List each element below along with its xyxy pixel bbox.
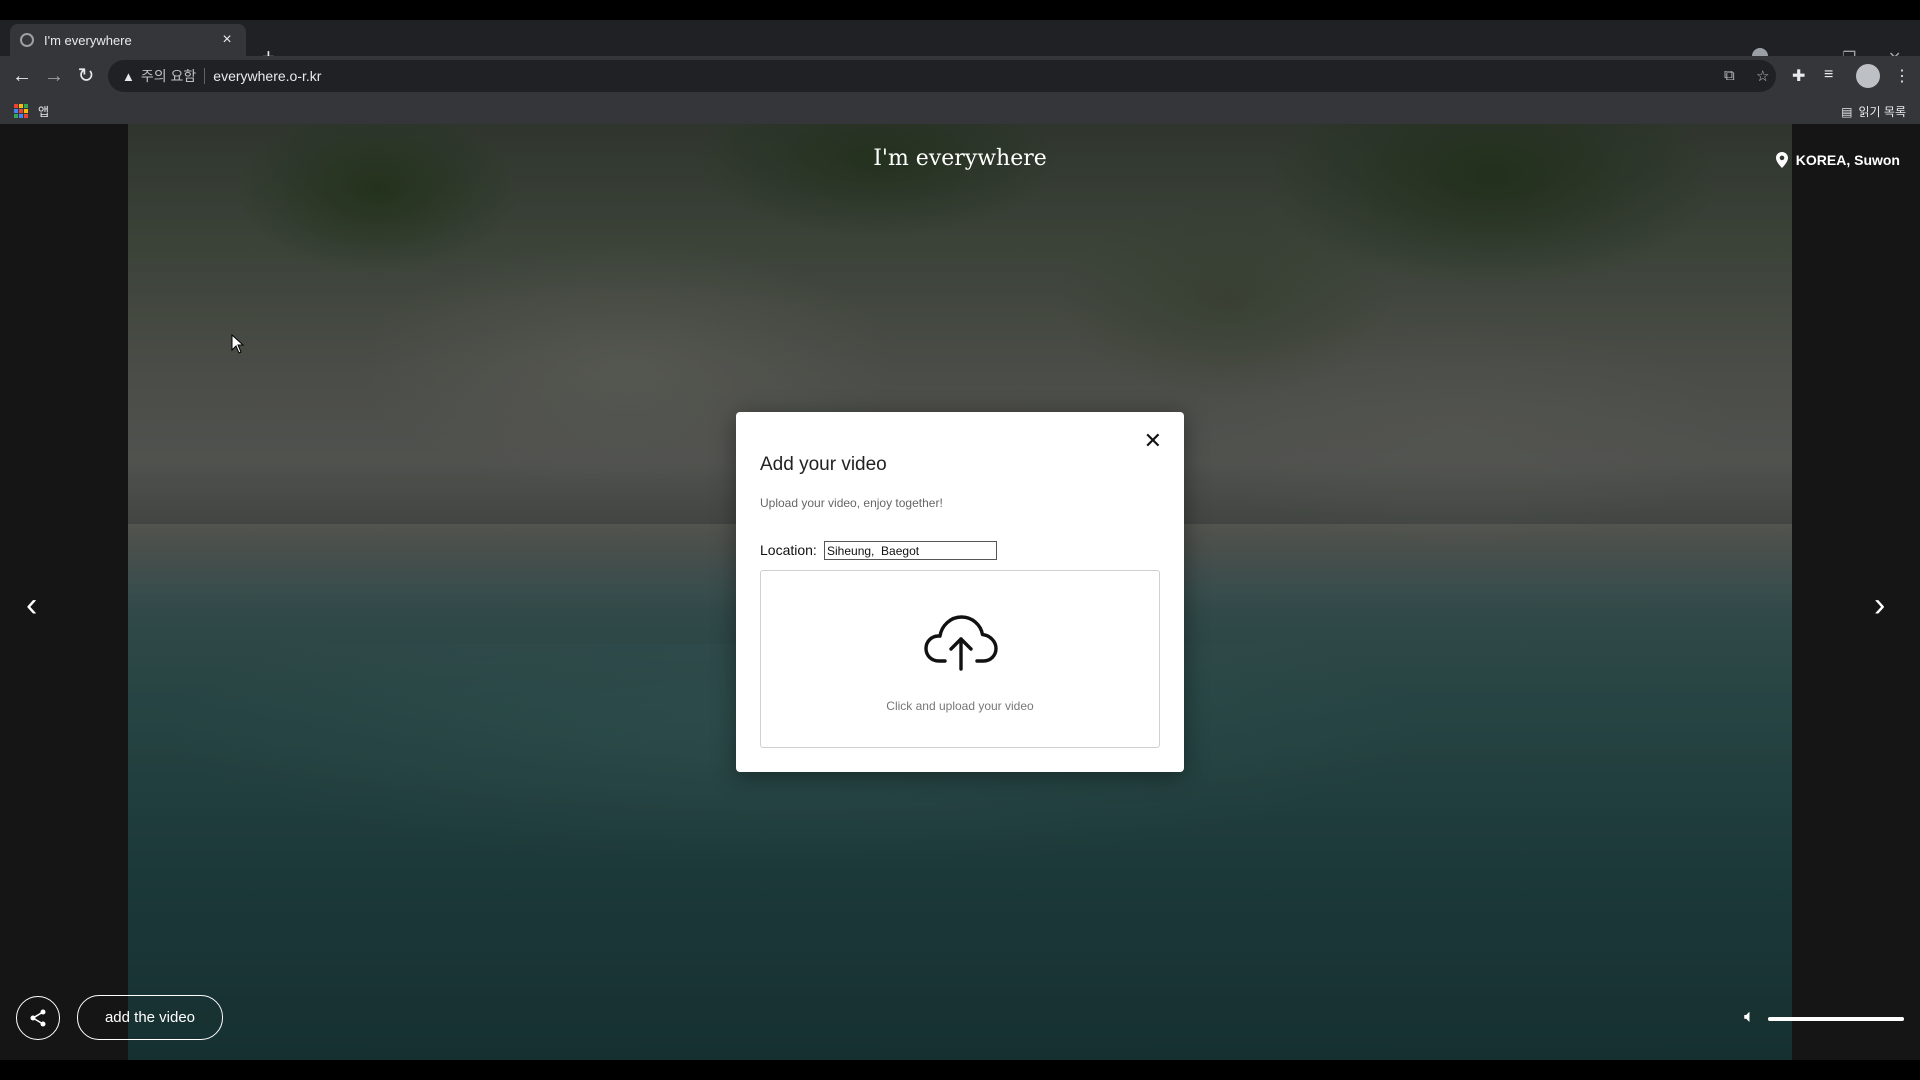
forward-icon[interactable]: → bbox=[42, 64, 66, 88]
page-viewport: I'm everywhere KOREA, Suwon ‹ › add the … bbox=[0, 124, 1920, 1060]
upload-dropzone[interactable]: Click and upload your video bbox=[760, 570, 1160, 748]
modal-title: Add your video bbox=[760, 454, 887, 475]
volume-slider[interactable] bbox=[1768, 1017, 1904, 1021]
add-video-button[interactable]: add the video bbox=[77, 995, 223, 1040]
location-tag: KOREA, Suwon bbox=[1775, 152, 1900, 168]
site-title: I'm everywhere bbox=[873, 146, 1047, 171]
location-label: Location: bbox=[760, 542, 817, 558]
browser-tab[interactable]: I'm everywhere × bbox=[10, 24, 246, 56]
translate-icon[interactable]: ⧉ bbox=[1724, 67, 1735, 84]
url-text[interactable]: everywhere.o-r.kr bbox=[213, 68, 321, 84]
apps-label[interactable]: 앱 bbox=[38, 103, 49, 120]
browser-toolbar: ← → ↻ ▲ 주의 요함 everywhere.o-r.kr ⧉ ☆ ✚ ≡ … bbox=[0, 56, 1920, 96]
star-icon[interactable]: ☆ bbox=[1756, 67, 1769, 85]
warning-icon[interactable]: ▲ bbox=[122, 69, 135, 84]
share-button[interactable] bbox=[16, 996, 60, 1040]
extensions-icon[interactable]: ✚ bbox=[1792, 66, 1805, 86]
dropzone-label: Click and upload your video bbox=[886, 699, 1034, 713]
share-icon bbox=[30, 1009, 46, 1027]
screen-top-bar bbox=[0, 0, 1920, 20]
screen-bottom-bar bbox=[0, 1060, 1920, 1080]
security-status[interactable]: 주의 요함 bbox=[141, 66, 196, 86]
volume-icon[interactable]: 🔈︎ bbox=[1744, 1006, 1755, 1027]
profile-avatar[interactable] bbox=[1856, 64, 1880, 88]
media-control-icon[interactable]: ≡ bbox=[1824, 66, 1833, 84]
next-arrow-icon[interactable]: › bbox=[1874, 588, 1885, 622]
mouse-cursor-icon bbox=[231, 334, 245, 354]
reload-icon[interactable]: ↻ bbox=[74, 64, 98, 88]
menu-icon[interactable]: ⋮ bbox=[1894, 66, 1910, 86]
divider bbox=[204, 68, 206, 84]
tab-strip: I'm everywhere × + — ❐ ✕ bbox=[0, 20, 1920, 69]
reading-list-icon: ▤ bbox=[1841, 104, 1853, 119]
tab-title: I'm everywhere bbox=[44, 32, 132, 48]
map-pin-icon bbox=[1775, 152, 1788, 168]
reading-list-label: 읽기 목록 bbox=[1858, 105, 1907, 119]
apps-grid-icon[interactable] bbox=[14, 104, 28, 118]
prev-arrow-icon[interactable]: ‹ bbox=[26, 588, 37, 622]
reading-list-button[interactable]: ▤ 읽기 목록 bbox=[1841, 103, 1906, 120]
address-bar[interactable]: ▲ 주의 요함 everywhere.o-r.kr ⧉ ☆ bbox=[108, 60, 1776, 92]
bookmarks-bar: 앱 ▤ 읽기 목록 bbox=[0, 96, 1920, 124]
volume-slider-fill bbox=[1768, 1017, 1904, 1021]
globe-icon bbox=[20, 33, 34, 47]
close-icon[interactable]: ✕ bbox=[1144, 430, 1162, 452]
modal-subtitle: Upload your video, enjoy together! bbox=[760, 496, 943, 510]
cloud-upload-icon bbox=[924, 615, 998, 671]
add-video-modal: ✕ Add your video Upload your video, enjo… bbox=[736, 412, 1184, 772]
location-tag-text: KOREA, Suwon bbox=[1795, 152, 1900, 168]
tab-close-icon[interactable]: × bbox=[218, 31, 236, 49]
location-input[interactable] bbox=[824, 541, 997, 560]
back-icon[interactable]: ← bbox=[10, 64, 34, 88]
